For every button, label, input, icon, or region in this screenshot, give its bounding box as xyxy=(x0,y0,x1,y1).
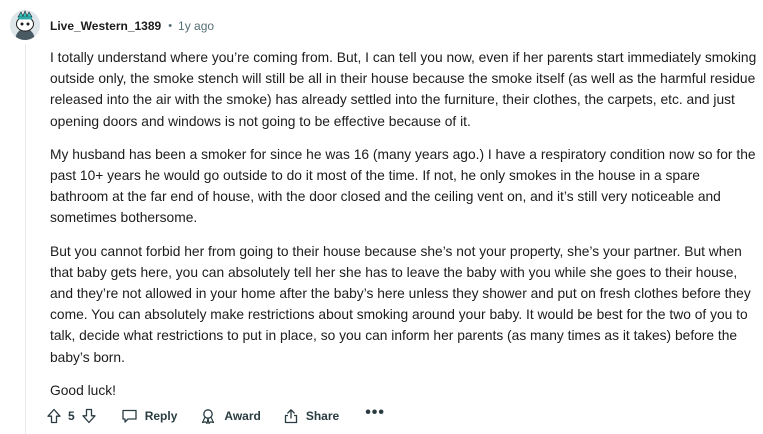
award-icon xyxy=(202,409,215,424)
share-button[interactable]: Share xyxy=(283,402,339,430)
award-label: Award xyxy=(224,409,261,423)
comment-paragraph-3: But you cannot forbid her from going to … xyxy=(50,243,751,365)
comment-paragraph-4: Good luck! xyxy=(50,382,116,398)
comment-bubble-icon xyxy=(122,409,137,423)
comment-body: I totally understand where you’re coming… xyxy=(50,47,762,413)
thread-line[interactable] xyxy=(25,44,26,434)
author-name[interactable]: Live_Western_1389 xyxy=(50,18,161,34)
vote-controls: 5 xyxy=(44,402,99,430)
vote-score: 5 xyxy=(68,409,75,423)
meta-separator: • xyxy=(168,20,173,32)
comment-action-bar: 5 Reply Award Share ••• xyxy=(44,402,385,430)
share-label: Share xyxy=(305,409,340,423)
comment-paragraph-1: I totally understand where you’re coming… xyxy=(50,50,757,129)
downvote-icon[interactable] xyxy=(79,404,99,428)
comment: Live_Western_1389 • 1y ago I totally und… xyxy=(0,0,763,434)
share-icon xyxy=(284,409,297,424)
comment-meta: Live_Western_1389 • 1y ago xyxy=(50,17,214,35)
reply-label: Reply xyxy=(144,409,178,423)
timestamp[interactable]: 1y ago xyxy=(178,18,214,34)
snoo-avatar-icon xyxy=(10,10,40,40)
overflow-menu-icon[interactable]: ••• xyxy=(365,405,385,427)
comment-paragraph-2: My husband has been a smoker for since h… xyxy=(50,146,756,226)
avatar[interactable] xyxy=(10,10,40,40)
reply-button[interactable]: Reply xyxy=(121,402,178,430)
upvote-icon[interactable] xyxy=(44,404,64,428)
award-button[interactable]: Award xyxy=(199,402,261,430)
